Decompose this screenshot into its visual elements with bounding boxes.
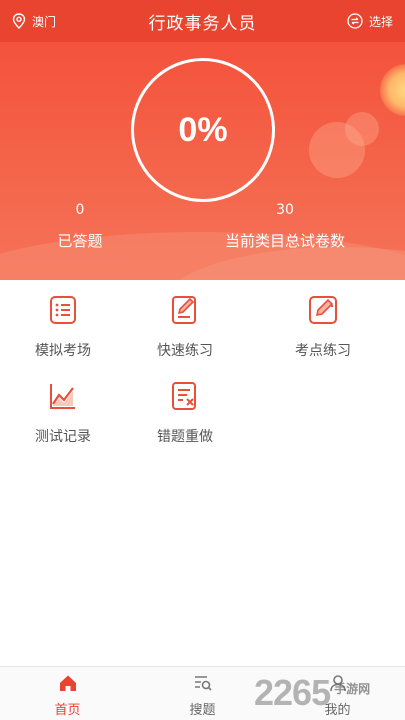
wrong-questions-button[interactable]: 错题重做	[130, 380, 240, 446]
mock-exam-label: 模拟考场	[35, 343, 91, 359]
key-point-practice-button[interactable]: 考点练习	[268, 294, 378, 360]
location-selector[interactable]: 澳门	[12, 13, 56, 30]
tab-search-label: 搜题	[189, 703, 216, 718]
select-label: 选择	[368, 14, 393, 29]
sun-decoration	[380, 64, 405, 116]
progress-percent: 0%	[178, 110, 228, 149]
edit-doc-icon	[172, 296, 196, 324]
location-label: 澳门	[32, 14, 57, 29]
tab-search[interactable]: 搜题	[135, 667, 270, 720]
progress-banner: 0% 0 已答题 30 当前类目总试卷数	[0, 42, 405, 280]
pencil-note-icon	[309, 296, 337, 324]
bubble-decoration	[345, 112, 379, 146]
app-header: 澳门 行政事务人员 选择	[0, 0, 405, 42]
tab-home[interactable]: 首页	[0, 667, 135, 720]
mock-exam-button[interactable]: 模拟考场	[8, 294, 118, 360]
page-title: 行政事务人员	[148, 13, 257, 34]
progress-ring: 0%	[131, 58, 275, 202]
answered-count: 0	[75, 202, 85, 218]
switch-icon	[347, 13, 363, 29]
location-pin-icon	[12, 13, 26, 29]
total-papers-stat: 30 当前类目总试卷数	[210, 202, 360, 251]
total-count: 30	[276, 202, 294, 218]
key-point-practice-label: 考点练习	[295, 343, 351, 359]
bottom-nav: 首页 搜题 我的	[0, 666, 405, 720]
tab-mine[interactable]: 我的	[270, 667, 405, 720]
home-icon	[59, 675, 76, 691]
answered-label: 已答题	[57, 232, 103, 250]
wrong-questions-label: 错题重做	[157, 429, 213, 445]
answered-stat: 0 已答题	[40, 202, 120, 251]
search-list-icon	[194, 676, 212, 691]
user-icon	[329, 675, 346, 692]
test-record-button[interactable]: 测试记录	[8, 380, 118, 446]
total-label: 当前类目总试卷数	[224, 232, 345, 250]
wrong-doc-icon	[172, 382, 196, 410]
test-record-label: 测试记录	[35, 429, 91, 445]
quick-practice-label: 快速练习	[157, 343, 213, 359]
list-doc-icon	[50, 296, 76, 324]
chart-line-icon	[50, 384, 75, 409]
tab-mine-label: 我的	[324, 703, 351, 718]
quick-practice-button[interactable]: 快速练习	[130, 294, 240, 360]
select-button[interactable]: 选择	[347, 13, 393, 30]
tab-home-label: 首页	[54, 703, 81, 718]
